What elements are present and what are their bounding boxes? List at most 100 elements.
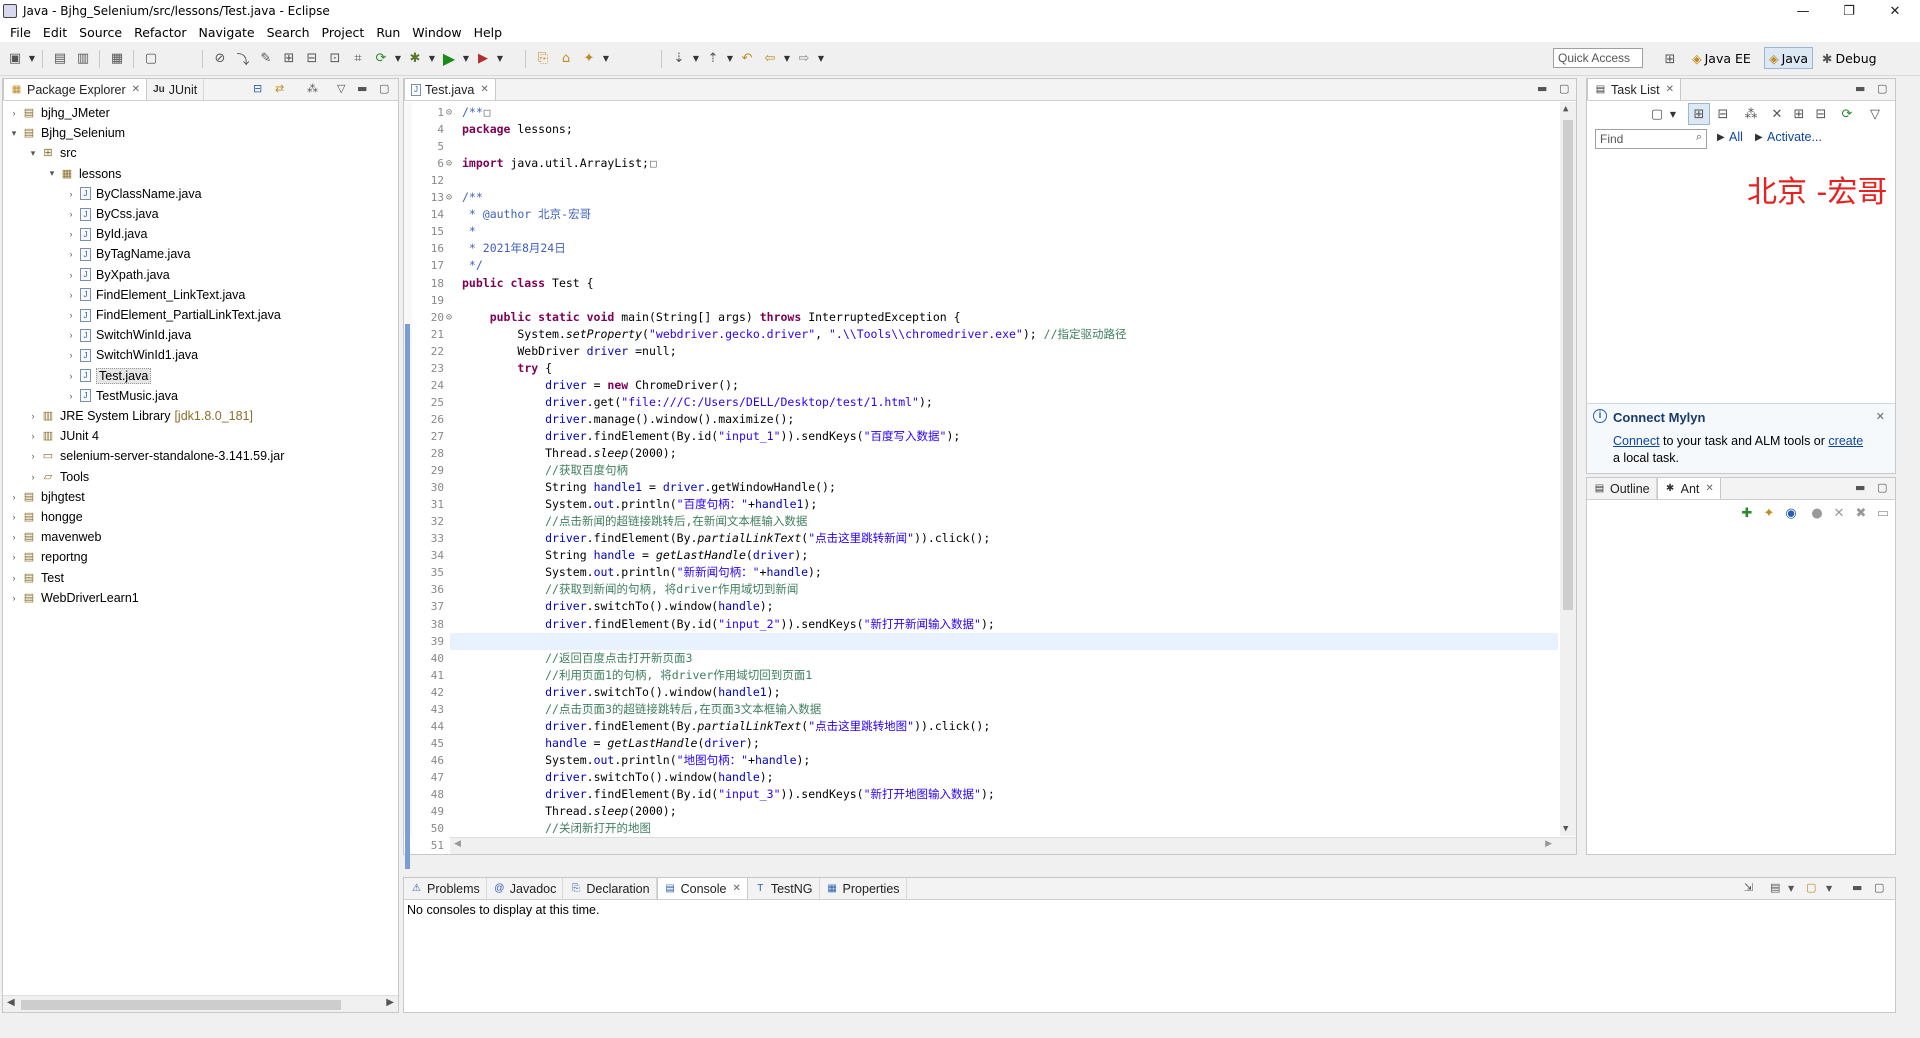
new-task-icon[interactable]: ▢ xyxy=(1646,103,1668,125)
menu-project[interactable]: Project xyxy=(316,25,371,40)
code-line[interactable]: driver.switchTo().window(handle); xyxy=(462,598,774,615)
tree-item[interactable]: ▾ ▦ lessons xyxy=(45,164,122,184)
open-console-dropdown-icon[interactable]: ▼ xyxy=(1826,884,1832,893)
tree-item[interactable]: › J ByXpath.java xyxy=(64,265,170,285)
debug-dropdown-icon[interactable]: ▼ xyxy=(427,48,437,70)
add-buildfiles-search-icon[interactable]: ✦ xyxy=(1758,502,1780,524)
prev-annotation-icon[interactable]: ⇡ xyxy=(702,48,724,70)
close-icon[interactable]: ✕ xyxy=(132,84,140,95)
display-console-icon[interactable]: ▤ xyxy=(1770,881,1780,894)
tree-item[interactable]: › ▤ Test xyxy=(7,568,64,588)
collapsed-arrow-icon[interactable]: › xyxy=(64,229,78,239)
tree-item[interactable]: › J SwitchWinId.java xyxy=(64,325,192,345)
menu-file[interactable]: File xyxy=(4,25,37,40)
code-line[interactable]: */ xyxy=(462,257,483,274)
collapse-all-icon[interactable]: ⊟ xyxy=(1810,103,1832,125)
new-class-icon[interactable]: ⊡ xyxy=(324,48,346,70)
minimize-button[interactable]: — xyxy=(1780,0,1826,22)
new-icon[interactable]: ▣ xyxy=(4,48,26,70)
scroll-up-icon[interactable]: ▲ xyxy=(1563,104,1568,114)
perspective-debug[interactable]: ✱ Debug xyxy=(1818,47,1881,69)
refresh-icon[interactable]: ⟳ xyxy=(370,48,392,70)
menu-refactor[interactable]: Refactor xyxy=(128,25,192,40)
collapsed-arrow-icon[interactable]: › xyxy=(64,209,78,219)
task-find-input[interactable]: Find ⌕ xyxy=(1595,129,1707,149)
tree-item[interactable]: › ▤ WebDriverLearn1 xyxy=(7,588,139,608)
close-icon[interactable]: ✕ xyxy=(732,883,740,894)
connect-link[interactable]: Connect xyxy=(1613,434,1660,448)
tab-outline[interactable]: ▤ Outline xyxy=(1587,478,1657,499)
code-line[interactable]: WebDriver driver =null; xyxy=(462,343,676,360)
code-line[interactable]: driver.get("file:///C:/Users/DELL/Deskto… xyxy=(462,394,933,411)
code-line[interactable]: //点击页面3的超链接跳转后,在页面3文本框输入数据 xyxy=(462,701,821,718)
save-icon[interactable]: ▤ xyxy=(49,48,71,70)
expand-all-icon[interactable]: ⊞ xyxy=(1788,103,1810,125)
close-icon[interactable]: ✕ xyxy=(1705,483,1713,494)
tree-item[interactable]: › J ByCss.java xyxy=(64,204,159,224)
collapsed-arrow-icon[interactable]: › xyxy=(7,492,21,502)
back-icon[interactable]: ⇦ xyxy=(759,48,781,70)
collapsed-arrow-icon[interactable]: › xyxy=(7,532,21,542)
collapsed-arrow-icon[interactable]: › xyxy=(64,330,78,340)
tree-item[interactable]: ▾ ⊞ src xyxy=(26,143,77,163)
scroll-right-icon[interactable]: ▶ xyxy=(386,997,394,1008)
search-icon[interactable]: ✦ xyxy=(578,48,600,70)
editor-horizontal-scrollbar[interactable]: ◀ ▶ xyxy=(450,837,1576,854)
code-line[interactable]: * xyxy=(462,223,476,240)
tab-package-explorer[interactable]: ▦ Package Explorer ✕ xyxy=(3,78,148,100)
tree-item[interactable]: › J SwitchWinId1.java xyxy=(64,345,199,365)
horizontal-scrollbar[interactable]: ◀ ▶ xyxy=(3,995,398,1012)
prev-annotation-dropdown-icon[interactable]: ▼ xyxy=(725,48,735,70)
open-perspective-icon[interactable]: ⊞ xyxy=(1659,48,1681,70)
code-line[interactable]: driver.switchTo().window(handle); xyxy=(462,769,774,786)
code-line[interactable]: driver.findElement(By.partialLinkText("点… xyxy=(462,718,990,735)
code-line[interactable]: * 2021年8月24日 xyxy=(462,240,566,257)
menu-edit[interactable]: Edit xyxy=(37,25,73,40)
new-task-dropdown-icon[interactable]: ▼ xyxy=(1668,103,1678,125)
menu-help[interactable]: Help xyxy=(468,25,509,40)
code-line[interactable]: driver.findElement(By.partialLinkText("点… xyxy=(462,530,990,547)
tab-task-list[interactable]: ▤ Task List ✕ xyxy=(1587,78,1682,100)
code-line[interactable]: Thread.sleep(2000); xyxy=(462,803,677,820)
code-line[interactable]: try { xyxy=(462,360,552,377)
maximize-button[interactable]: ❐ xyxy=(1826,0,1872,22)
menu-window[interactable]: Window xyxy=(406,25,467,40)
tab-javadoc[interactable]: @ Javadoc xyxy=(487,878,564,899)
code-line[interactable]: //点击新闻的超链接跳转后,在新闻文本框输入数据 xyxy=(462,513,807,530)
tab-testng[interactable]: T TestNG xyxy=(748,878,820,899)
code-line[interactable]: driver.findElement(By.id("input_1")).sen… xyxy=(462,428,960,445)
open-console-icon[interactable]: ▢ xyxy=(1806,881,1816,894)
tree-item[interactable]: › ▤ hongge xyxy=(7,507,83,527)
code-line[interactable]: driver = new ChromeDriver(); xyxy=(462,377,739,394)
minimize-icon[interactable]: ▬ xyxy=(1852,881,1862,894)
code-line[interactable]: public static void main(String[] args) t… xyxy=(462,309,961,326)
tree-item[interactable]: › J TestMusic.java xyxy=(64,386,178,406)
tab-properties[interactable]: ▦ Properties xyxy=(820,878,907,899)
code-line[interactable]: * @author 北京-宏哥 xyxy=(462,206,591,223)
perspective-java-ee[interactable]: ◈ Java EE xyxy=(1688,47,1755,69)
scroll-left-icon[interactable]: ◀ xyxy=(7,997,15,1008)
next-annotation-icon[interactable]: ⇣ xyxy=(668,48,690,70)
quick-access-input[interactable]: Quick Access xyxy=(1553,48,1643,68)
view-menu-icon[interactable]: ▽ xyxy=(337,82,345,95)
close-icon[interactable]: ✕ xyxy=(1666,84,1674,95)
collapsed-arrow-icon[interactable]: › xyxy=(64,189,78,199)
open-console-icon[interactable]: ▢ xyxy=(140,48,162,70)
perspective-java[interactable]: ◈ Java xyxy=(1764,47,1814,69)
scheduled-icon[interactable]: ⊟ xyxy=(1712,103,1734,125)
folded-block-icon[interactable]: □ xyxy=(484,106,491,119)
categorized-icon[interactable]: ⊞ xyxy=(1688,103,1710,125)
search-icon[interactable]: ⌕ xyxy=(1696,131,1702,144)
code-line[interactable]: Thread.sleep(2000); xyxy=(462,445,677,462)
next-annotation-dropdown-icon[interactable]: ▼ xyxy=(691,48,701,70)
tab-junit[interactable]: Ju JUnit xyxy=(147,79,205,100)
run-dropdown-icon[interactable]: ▼ xyxy=(461,48,471,70)
skip-breakpoints-icon[interactable]: ⊘ xyxy=(209,48,231,70)
hide-completed-icon[interactable]: ✕ xyxy=(1766,103,1788,125)
vertical-scrollbar[interactable]: ▲ ▼ xyxy=(1560,102,1576,836)
minimize-icon[interactable]: ▬ xyxy=(1537,82,1547,95)
new-package-icon[interactable]: ⊟ xyxy=(301,48,323,70)
collapsed-arrow-icon[interactable]: › xyxy=(64,391,78,401)
all-link[interactable]: All xyxy=(1729,130,1743,144)
display-console-dropdown-icon[interactable]: ▼ xyxy=(1788,884,1794,893)
